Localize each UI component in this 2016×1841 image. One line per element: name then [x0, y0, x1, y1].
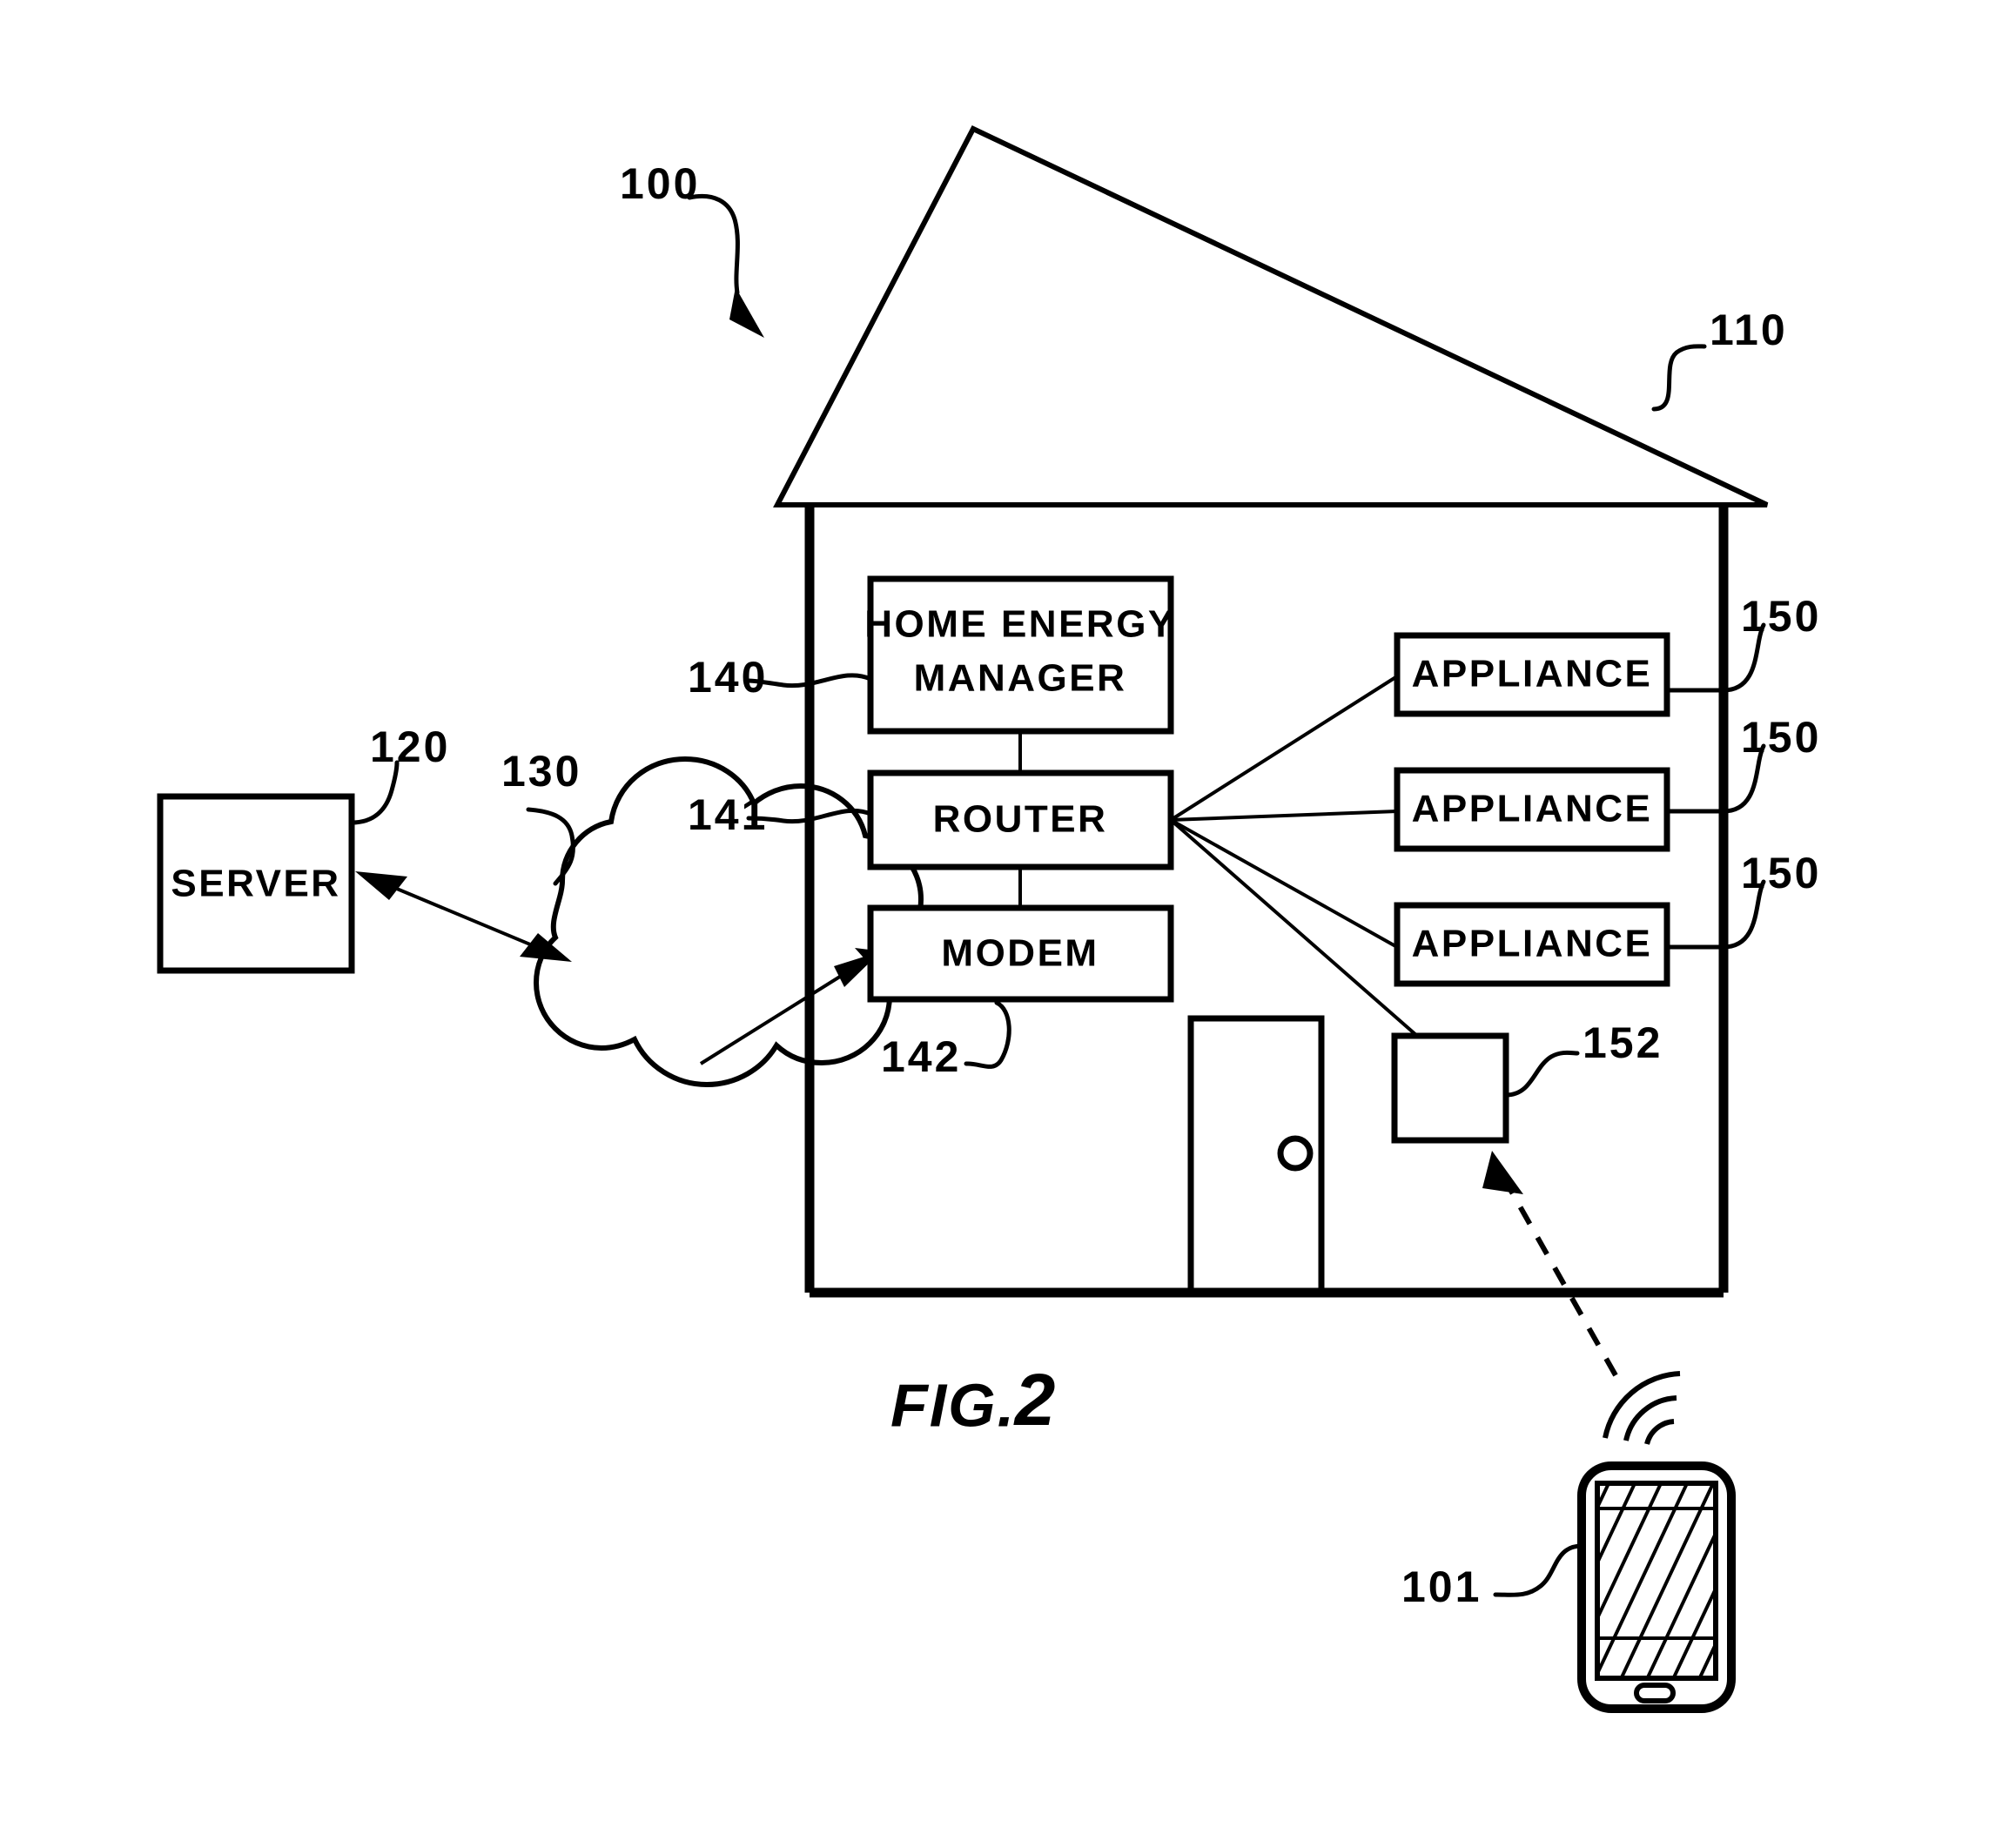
ref-142-label: 142 — [881, 1032, 961, 1081]
ref-150-leaders — [1664, 622, 1766, 950]
house-roof — [773, 125, 1769, 507]
home-energy-manager-label-line2: MANAGER — [914, 657, 1127, 700]
phone-body[interactable] — [1577, 1461, 1736, 1713]
local-device-box[interactable] — [1391, 1032, 1509, 1144]
ref-150-label-3: 150 — [1741, 849, 1821, 897]
arrowhead-to-local-device — [1482, 1151, 1523, 1194]
ref-120-label: 120 — [370, 722, 450, 771]
ref-150-label-1: 150 — [1741, 592, 1821, 641]
home-energy-manager-box[interactable] — [867, 575, 1174, 735]
appliance-3-node[interactable]: APPLIANCE — [1394, 902, 1670, 987]
appliance-3-label: APPLIANCE — [1412, 923, 1653, 965]
router-node[interactable]: ROUTER — [867, 769, 1174, 870]
ref-150-label-2: 150 — [1741, 713, 1821, 762]
modem-node[interactable]: MODEM — [867, 904, 1174, 1003]
home-energy-manager-label-line1: HOME ENERGY — [864, 603, 1176, 646]
router-label: ROUTER — [933, 798, 1108, 841]
arrowhead-to-cloud — [520, 933, 572, 962]
appliance-1-label: APPLIANCE — [1412, 653, 1653, 695]
modem-label: MODEM — [941, 932, 1099, 975]
door-icon — [1187, 1015, 1325, 1296]
ref-142-leader — [964, 1000, 1011, 1069]
smartphone-icon[interactable] — [1495, 1371, 1793, 1723]
ref-120-leader — [349, 760, 400, 825]
ref-130-leader — [526, 807, 575, 886]
figure-caption-number: 2 — [1013, 1359, 1058, 1441]
ref-101-leader — [1493, 1543, 1584, 1597]
appliance-2-label: APPLIANCE — [1412, 788, 1653, 830]
wireless-signal-arcs — [1603, 1371, 1681, 1445]
arrowhead-to-server — [355, 871, 407, 900]
ref-140-label: 140 — [688, 653, 768, 702]
ref-152-leader — [1503, 1050, 1580, 1098]
diagram-canvas: 110 100 SERVER 120 130 HOME ENERGY MANAG… — [157, 125, 1821, 1723]
connector-server-cloud — [355, 871, 572, 962]
local-device-node[interactable] — [1391, 1032, 1509, 1144]
ref-141-label: 141 — [688, 790, 768, 839]
ref-100-arrowhead — [729, 287, 764, 338]
patent-figure: 110 100 SERVER 120 130 HOME ENERGY MANAG… — [0, 0, 2016, 1841]
router-fanout — [1169, 675, 1419, 1038]
ref-152-label: 152 — [1583, 1018, 1663, 1067]
appliance-1-node[interactable]: APPLIANCE — [1394, 632, 1670, 717]
server-node[interactable]: SERVER — [157, 793, 355, 974]
ref-100-leader — [687, 193, 764, 338]
connector-phone-local-device — [1482, 1151, 1618, 1377]
ref-110-label: 110 — [1710, 306, 1788, 354]
ref-110-leader — [1651, 344, 1707, 412]
figure-caption-prefix: FIG. — [890, 1371, 1016, 1439]
figure-caption: FIG. 2 — [890, 1359, 1058, 1441]
ref-101-label: 101 — [1401, 1562, 1482, 1611]
door-knob — [1277, 1135, 1314, 1172]
appliance-2-node[interactable]: APPLIANCE — [1394, 767, 1670, 852]
ref-100-label: 100 — [620, 159, 700, 208]
home-energy-manager-node[interactable]: HOME ENERGY MANAGER — [864, 575, 1176, 735]
ref-130-label: 130 — [501, 747, 581, 796]
server-label: SERVER — [171, 863, 340, 905]
door-panel — [1187, 1015, 1325, 1296]
